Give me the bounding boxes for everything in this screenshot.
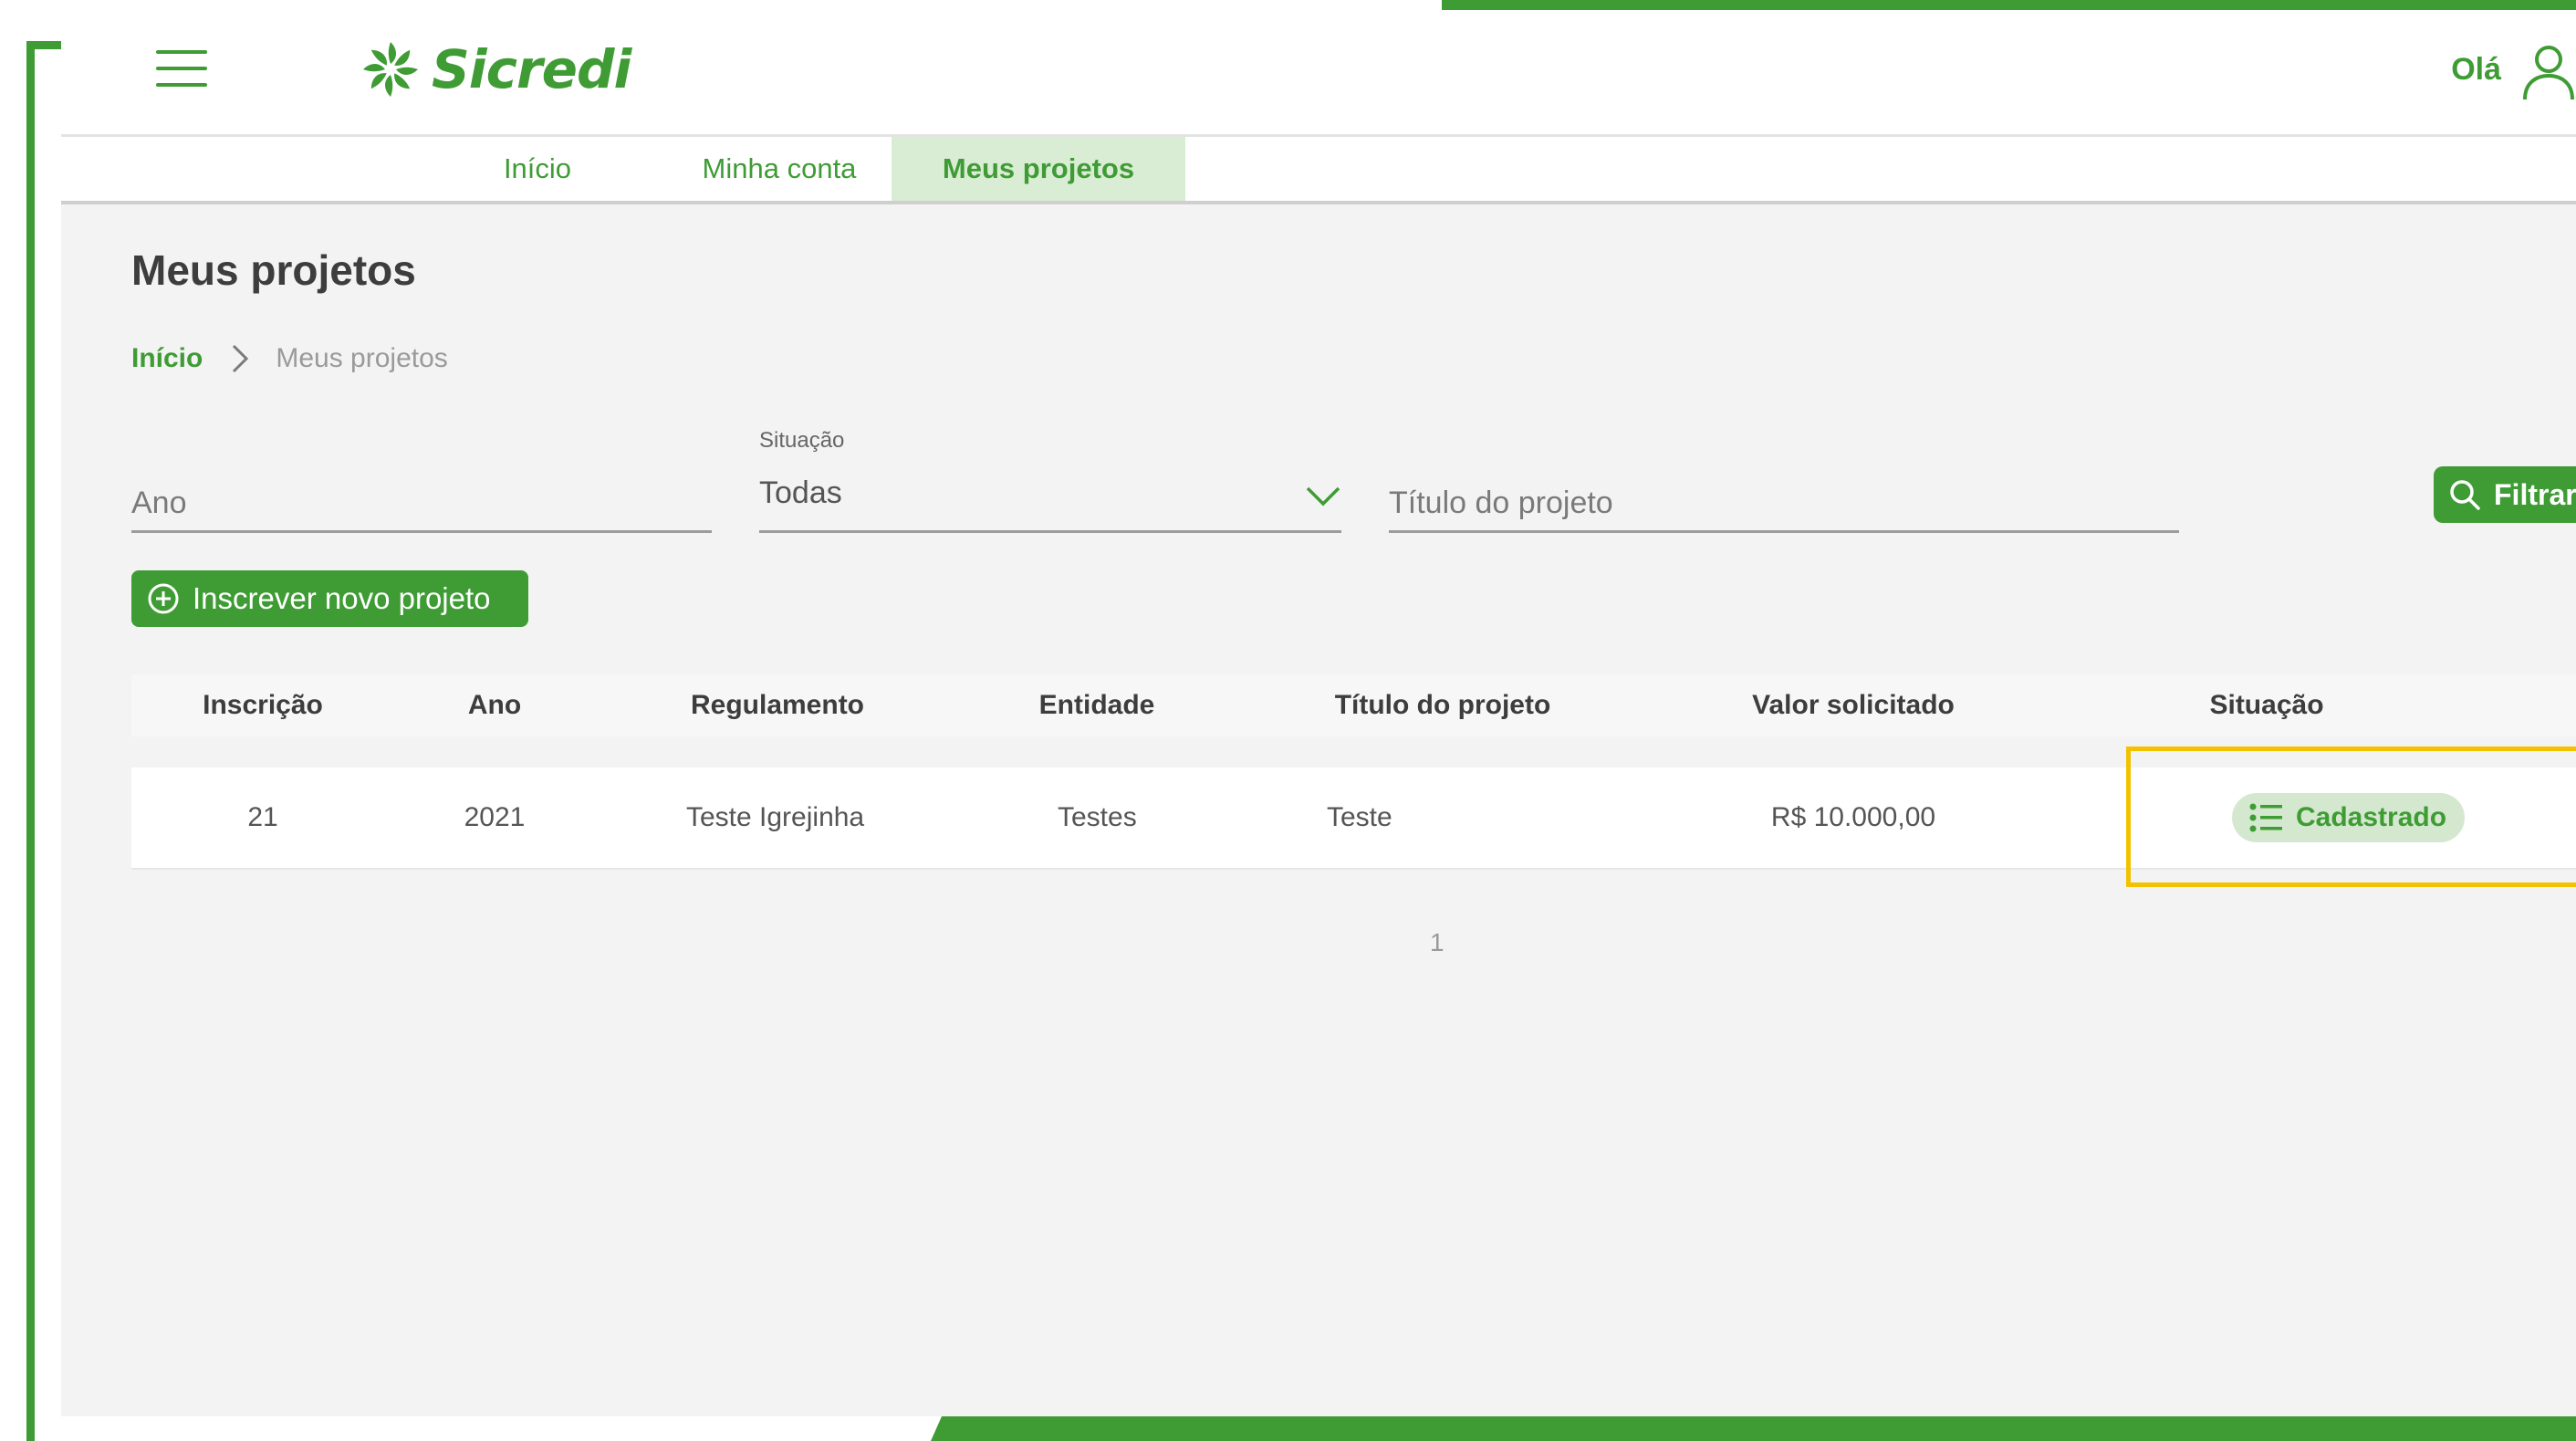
- tab-minha-conta[interactable]: Minha conta: [664, 137, 894, 201]
- frame-left-tick: [26, 41, 61, 49]
- ano-field: [131, 466, 712, 533]
- frame-top-bar: [1442, 0, 2576, 10]
- app-window: Sicredi Olá Início Minha conta Meus proj…: [61, 10, 2576, 1416]
- main-nav: Início Minha conta Meus projetos: [61, 134, 2576, 204]
- column-header-ano[interactable]: Ano: [468, 674, 521, 736]
- cell-regulamento: Teste Igrejinha: [686, 802, 865, 832]
- column-header-valor[interactable]: Valor solicitado: [1752, 674, 1955, 736]
- breadcrumb-home-link[interactable]: Início: [131, 343, 203, 374]
- column-header-titulo[interactable]: Título do projeto: [1335, 674, 1551, 736]
- new-project-label: Inscrever novo projeto: [193, 581, 491, 615]
- sicredi-logo-icon: [363, 42, 418, 97]
- frame-left-bar: [26, 41, 35, 1441]
- cell-ano: 2021: [464, 802, 526, 832]
- plus-circle-icon: [148, 583, 179, 614]
- greeting-text: Olá: [2451, 52, 2501, 87]
- header: Sicredi Olá: [61, 10, 2576, 134]
- column-header-regulamento[interactable]: Regulamento: [691, 674, 864, 736]
- column-header-inscricao[interactable]: Inscrição: [203, 674, 323, 736]
- logo-text: Sicredi: [432, 38, 631, 100]
- tab-inicio[interactable]: Início: [475, 137, 600, 201]
- frame-bottom-bar: [931, 1416, 2576, 1441]
- tab-meus-projetos[interactable]: Meus projetos: [892, 137, 1185, 201]
- titulo-field: [1389, 466, 2179, 533]
- filter-button[interactable]: Filtrar: [2434, 466, 2576, 523]
- pagination-page[interactable]: 1: [1430, 928, 1444, 957]
- breadcrumb: Início Meus projetos: [131, 339, 448, 379]
- cell-inscricao: 21: [247, 802, 278, 832]
- column-header-entidade[interactable]: Entidade: [1039, 674, 1155, 736]
- projects-table: Inscrição Ano Regulamento Entidade Títul…: [131, 674, 2576, 870]
- chevron-right-icon: [233, 344, 249, 373]
- hamburger-menu-icon[interactable]: [156, 48, 207, 89]
- table-header: Inscrição Ano Regulamento Entidade Títul…: [131, 674, 2576, 736]
- situacao-label: Situação: [759, 428, 845, 453]
- cell-titulo: Teste: [1327, 802, 1392, 832]
- titulo-input[interactable]: [1389, 486, 2179, 521]
- breadcrumb-current: Meus projetos: [276, 343, 448, 373]
- user-icon[interactable]: [2521, 43, 2576, 101]
- highlight-box: [2126, 747, 2576, 887]
- filter-button-label: Filtrar: [2494, 477, 2576, 511]
- cell-valor: R$ 10.000,00: [1770, 802, 1936, 832]
- page-title: Meus projetos: [131, 246, 416, 294]
- situacao-select[interactable]: Situação Todas: [759, 428, 1341, 533]
- ano-input[interactable]: [131, 486, 712, 521]
- search-icon: [2450, 480, 2480, 510]
- new-project-button[interactable]: Inscrever novo projeto: [131, 570, 528, 627]
- situacao-value: Todas: [759, 475, 842, 510]
- logo[interactable]: Sicredi: [360, 37, 631, 101]
- cell-entidade: Testes: [1058, 802, 1137, 832]
- chevron-down-icon: [1306, 486, 1340, 506]
- column-header-situacao[interactable]: Situação: [2209, 674, 2323, 736]
